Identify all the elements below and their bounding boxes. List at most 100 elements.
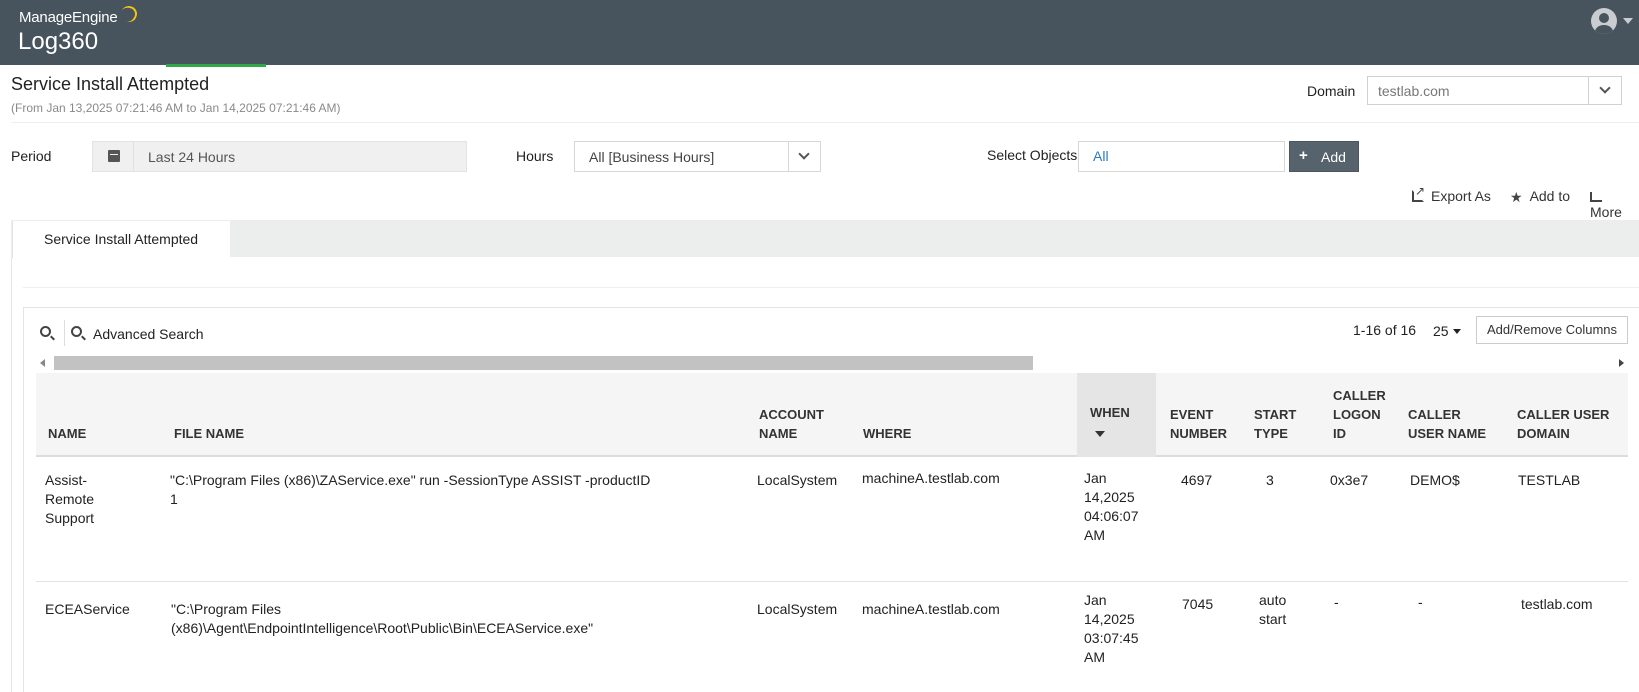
divider [11, 122, 1639, 123]
advanced-search-icon[interactable] [71, 326, 82, 337]
report-tab-bar [11, 220, 1639, 257]
cell-line: Jan [1084, 592, 1107, 608]
col-header-file-name[interactable]: FILE NAME [174, 424, 244, 443]
horizontal-scrollbar[interactable] [36, 355, 1628, 371]
domain-value: testlab.com [1378, 83, 1450, 99]
domain-label: Domain [1307, 83, 1356, 99]
col-header-line: CALLER [1408, 407, 1461, 422]
add-user-icon: + [1299, 147, 1308, 164]
caret-down-icon [1452, 329, 1461, 334]
select-objects-input[interactable]: All [1078, 141, 1285, 172]
brand-arc-icon [118, 3, 140, 25]
quick-search-icon[interactable] [40, 326, 51, 337]
cell-caller-user-name: - [1418, 594, 1423, 610]
chevron-down-icon [1599, 82, 1611, 94]
cell-line: 14,2025 [1084, 611, 1135, 627]
cell-event-number: 7045 [1182, 596, 1214, 612]
table-header [36, 373, 1628, 457]
period-value: Last 24 Hours [148, 149, 236, 165]
col-header-when[interactable]: WHEN [1090, 403, 1130, 422]
brand-product[interactable]: Log360 [18, 28, 98, 56]
col-header-start-type[interactable]: START TYPE [1254, 405, 1296, 443]
cell-event-number: 4697 [1181, 472, 1213, 488]
cell-start-type: auto start [1259, 591, 1286, 629]
page-size-select[interactable]: 25 [1433, 323, 1461, 339]
cell-line: 1 [170, 491, 178, 507]
col-header-line: LOGON [1333, 407, 1381, 422]
cell-caller-user-domain: testlab.com [1521, 596, 1593, 612]
cell-line: Assist- [45, 472, 87, 488]
col-header-line: CALLER USER [1517, 407, 1610, 422]
add-remove-columns-button[interactable]: Add/Remove Columns [1476, 316, 1628, 344]
period-picker[interactable]: Last 24 Hours [92, 141, 467, 172]
tab-service-install-attempted[interactable]: Service Install Attempted [12, 221, 230, 258]
col-header-line: START [1254, 407, 1297, 422]
user-menu-caret-icon[interactable] [1623, 18, 1633, 24]
cell-caller-user-name: DEMO$ [1410, 472, 1460, 488]
col-header-caller-user-domain[interactable]: CALLER USER DOMAIN [1517, 405, 1609, 443]
add-button-label: Add [1321, 149, 1346, 165]
cell-line: auto [1259, 592, 1287, 608]
cell-line: 03:07:45 [1084, 630, 1139, 646]
col-header-line: ID [1333, 426, 1346, 441]
advanced-search-link[interactable]: Advanced Search [93, 326, 204, 342]
cell-line: 3 [1266, 472, 1274, 488]
cell-file-name: "C:\Program Files (x86)\Agent\EndpointIn… [171, 600, 593, 638]
cell-when: Jan 14,2025 03:07:45 AM [1084, 591, 1139, 667]
col-header-caller-logon-id[interactable]: CALLER LOGON ID [1333, 386, 1386, 443]
col-header-line: USER NAME [1408, 426, 1487, 441]
col-header-line: TYPE [1254, 426, 1288, 441]
export-as-link[interactable]: Export As [1412, 184, 1491, 204]
add-objects-button[interactable]: + Add [1289, 141, 1359, 172]
cell-caller-logon-id: 0x3e7 [1330, 472, 1369, 488]
cell-line: "C:\Program Files [171, 601, 281, 617]
scroll-thumb[interactable] [54, 356, 1033, 370]
page-title: Service Install Attempted [11, 74, 210, 94]
add-to-label: Add to [1529, 188, 1571, 204]
domain-select[interactable]: testlab.com [1367, 76, 1622, 105]
more-link[interactable]: More [1590, 188, 1639, 220]
brand-company: ManageEngine [19, 9, 118, 26]
cell-where: machineA.testlab.com [862, 601, 1000, 617]
col-header-where[interactable]: WHERE [863, 424, 911, 443]
col-header-line: NAME [759, 426, 798, 441]
cell-line: Remote [45, 491, 95, 507]
sort-descending-icon[interactable] [1095, 431, 1105, 437]
divider [23, 287, 1639, 288]
col-header-caller-user-name[interactable]: CALLER USER NAME [1408, 405, 1486, 443]
cell-line: Support [45, 510, 95, 526]
scroll-left-arrow-icon[interactable] [40, 359, 45, 367]
col-header-account-name[interactable]: ACCOUNT NAME [759, 405, 824, 443]
cell-where: machineA.testlab.com [862, 470, 1000, 486]
more-label: More [1590, 204, 1622, 220]
period-label: Period [11, 148, 52, 164]
cell-line: AM [1084, 649, 1105, 665]
cell-name: ECEAService [45, 600, 130, 619]
cell-line: start [1259, 611, 1287, 627]
cell-when: Jan 14,2025 04:06:07 AM [1084, 469, 1139, 545]
chevron-down-icon [798, 148, 810, 160]
col-header-line: DOMAIN [1517, 426, 1570, 441]
hours-label: Hours [516, 148, 554, 164]
scroll-right-arrow-icon[interactable] [1619, 359, 1624, 367]
cell-line: Jan [1084, 470, 1107, 486]
cell-caller-user-domain: TESTLAB [1518, 472, 1581, 488]
select-objects-label: Select Objects [987, 147, 1078, 163]
add-to-link[interactable]: ★ Add to [1510, 188, 1571, 205]
col-header-name[interactable]: NAME [48, 424, 86, 443]
domain-dropdown-button[interactable] [1588, 77, 1621, 104]
hours-dropdown-button[interactable] [788, 142, 820, 171]
more-icon [1590, 192, 1602, 202]
toolbar-separator [64, 320, 65, 346]
user-avatar-icon[interactable] [1591, 8, 1617, 34]
cell-line: (x86)\Agent\EndpointIntelligence\Root\Pu… [171, 620, 594, 636]
col-header-event-number[interactable]: EVENT NUMBER [1170, 405, 1227, 443]
hours-value: All [Business Hours] [589, 149, 715, 165]
col-header-line: EVENT [1170, 407, 1214, 422]
cell-line: ECEAService [45, 601, 130, 617]
page-size-value: 25 [1433, 323, 1449, 339]
col-header-line: CALLER [1333, 388, 1386, 403]
hours-select[interactable]: All [Business Hours] [574, 141, 821, 172]
col-header-line: ACCOUNT [759, 407, 824, 422]
calendar-button[interactable] [93, 142, 134, 171]
